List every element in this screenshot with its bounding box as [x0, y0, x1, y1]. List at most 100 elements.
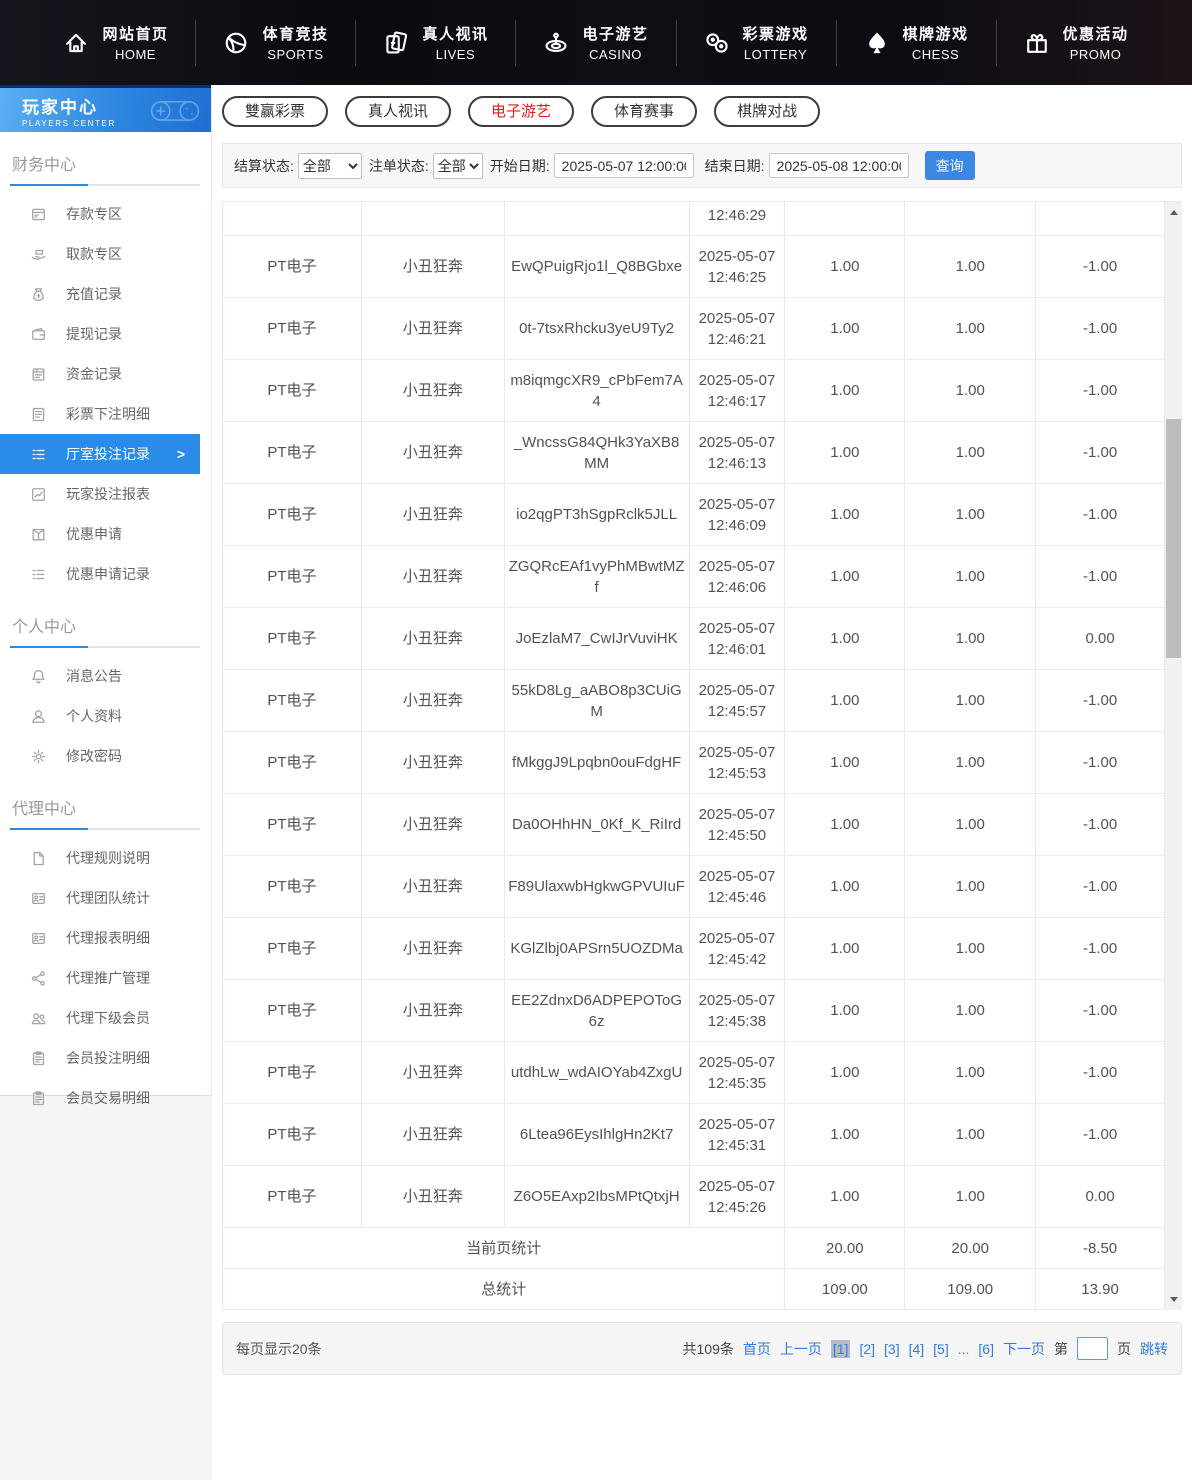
nav-item-lives[interactable]: 真人视讯 LIVES [355, 19, 515, 66]
cell-game: 小丑狂奔 [362, 1104, 505, 1165]
per-page-label: 每页显示20条 [236, 1340, 322, 1357]
cell-game: 小丑狂奔 [362, 484, 505, 545]
nav-label-en: PROMO [1069, 47, 1122, 62]
next-page-link[interactable]: 下一页 [1003, 1339, 1045, 1359]
sidebar-item-s1-2[interactable]: 修改密码 [0, 736, 200, 776]
table-scrollbar[interactable] [1165, 202, 1182, 1310]
search-button[interactable]: 查询 [924, 151, 975, 180]
nav-label-zh: 彩票游戏 [742, 26, 809, 43]
cell-platform: PT电子 [223, 1166, 362, 1227]
top-nav: 网站首页 HOME 体育竞技 SPORTS 真人视讯 LIVES 电子游艺 CASINO 彩票游… [0, 0, 1192, 85]
nav-item-home[interactable]: 网站首页 HOME [36, 20, 195, 66]
total-stats-row: 总统计 109.00 109.00 13.90 [222, 1269, 1165, 1310]
cell-game: 小丑狂奔 [362, 236, 505, 297]
nav-label-zh: 网站首页 [102, 26, 169, 43]
sidebar-item-s2-0[interactable]: 代理规则说明 [0, 838, 200, 878]
sidebar-item-s0-8[interactable]: 优惠申请 [0, 514, 200, 554]
page-link-2[interactable]: [2] [859, 1341, 875, 1357]
nav-item-sports[interactable]: 体育竞技 SPORTS [195, 19, 355, 66]
roulette-icon [543, 30, 569, 56]
bell-icon [30, 668, 47, 685]
settle-status-select[interactable]: 全部 [297, 152, 362, 179]
tab-2[interactable]: 电子游艺 [468, 96, 575, 127]
start-date-input[interactable] [553, 153, 694, 178]
table-row: PT电子 小丑狂奔 _WncssG84QHk3YaXB8MM 2025-05-07 12… [222, 422, 1165, 484]
playing-cards-icon [383, 30, 409, 56]
table-row: PT电子 小丑狂奔 55kD8Lg_aABO8p3CUiGM 2025-05-07 12… [222, 670, 1165, 732]
sidebar-item-s2-4[interactable]: 代理下级会员 [0, 998, 200, 1038]
last-page-link[interactable]: [6] [978, 1341, 994, 1357]
cell-valid-bet: 1.00 [905, 298, 1037, 359]
sidebar-item-s0-1[interactable]: 取款专区 [0, 234, 200, 274]
sidebar-item-s1-1[interactable]: 个人资料 [0, 696, 200, 736]
cell-order-id: 0t-7tsxRhcku3yeU9Ty2 [505, 298, 690, 359]
cell-bet-amount: 1.00 [785, 1166, 906, 1227]
cell-valid-bet: 1.00 [905, 918, 1037, 979]
end-date-input[interactable] [768, 153, 909, 178]
partial-row-time: 12:46:29 [707, 207, 767, 224]
cell-platform: PT电子 [223, 918, 362, 979]
sidebar-item-s2-2[interactable]: 代理报表明细 [0, 918, 200, 958]
page-link-5[interactable]: [5] [933, 1341, 949, 1357]
order-status-select[interactable]: 全部 [432, 152, 483, 179]
nav-label-zh: 棋牌游戏 [902, 26, 969, 43]
page-link-3[interactable]: [3] [884, 1341, 900, 1357]
sidebar-item-s2-6[interactable]: 会员交易明细 [0, 1078, 200, 1118]
cell-game: 小丑狂奔 [362, 1166, 505, 1227]
cell-valid-bet: 1.00 [905, 980, 1037, 1041]
cell-platform: PT电子 [223, 608, 362, 669]
triangle-down-icon [1169, 1297, 1178, 1302]
page-link-1[interactable]: [1] [830, 1339, 851, 1358]
page-link-4[interactable]: [4] [909, 1341, 925, 1357]
scroll-up-button[interactable] [1165, 204, 1182, 221]
start-date-label: 开始日期: [489, 157, 550, 174]
jump-suffix-label: 页 [1117, 1340, 1131, 1357]
tab-3[interactable]: 体育赛事 [591, 96, 698, 127]
nav-item-lottery[interactable]: 彩票游戏 LOTTERY [675, 19, 836, 66]
cell-win-loss: -1.00 [1036, 1104, 1165, 1165]
sidebar-item-s1-0[interactable]: 消息公告 [0, 656, 200, 696]
cell-win-loss: -1.00 [1036, 422, 1165, 483]
tab-4[interactable]: 棋牌对战 [714, 96, 821, 127]
sidebar-item-s2-3[interactable]: 代理推广管理 [0, 958, 200, 998]
sidebar-item-s0-3[interactable]: 提现记录 [0, 314, 200, 354]
section-underline [10, 646, 200, 648]
scroll-down-button[interactable] [1165, 1291, 1182, 1308]
jump-button[interactable]: 跳转 [1140, 1339, 1168, 1359]
nav-label-en: LIVES [435, 47, 476, 62]
cell-game: 小丑狂奔 [362, 1042, 505, 1103]
page-jump-input[interactable] [1077, 1337, 1108, 1360]
sidebar-item-s2-5[interactable]: 会员投注明细 [0, 1038, 200, 1078]
nav-item-chess[interactable]: 棋牌游戏 CHESS [835, 19, 996, 66]
nav-item-casino[interactable]: 电子游艺 CASINO [515, 19, 675, 66]
table-row: PT电子 小丑狂奔 utdhLw_wdAIOYab4ZxgU 2025-05-07 12… [222, 1042, 1165, 1104]
cell-bet-amount: 1.00 [785, 484, 906, 545]
cell-win-loss: -1.00 [1036, 732, 1165, 793]
first-page-link[interactable]: 首页 [743, 1339, 771, 1359]
sidebar-item-s0-2[interactable]: 充值记录 [0, 274, 200, 314]
sidebar-section-1: 个人中心 消息公告 个人资料 修改密码 [0, 613, 211, 776]
sidebar-item-s0-0[interactable]: 存款专区 [0, 194, 200, 234]
prev-page-link[interactable]: 上一页 [780, 1339, 822, 1359]
cell-order-id: fMkggJ9Lpqbn0ouFdgHF [505, 732, 690, 793]
tab-1[interactable]: 真人视讯 [345, 96, 452, 127]
sidebar-item-s0-9[interactable]: 优惠申请记录 [0, 554, 200, 594]
tab-0[interactable]: 雙赢彩票 [222, 96, 329, 127]
cell-time: 2025-05-07 12:45:26 [690, 1166, 786, 1227]
cell-bet-amount: 1.00 [785, 918, 906, 979]
cell-valid-bet: 1.00 [905, 1104, 1037, 1165]
sidebar-item-s2-1[interactable]: 代理团队统计 [0, 878, 200, 918]
main-content: 雙赢彩票 真人视讯 电子游艺 体育赛事 棋牌对战 结算状态: 全部 注单状态: 全部 开… [212, 85, 1192, 1480]
sidebar-item-s0-7[interactable]: 玩家投注报表 [0, 474, 200, 514]
cell-game: 小丑狂奔 [362, 422, 505, 483]
sidebar-item-s0-6[interactable]: 厅室投注记录 > [0, 434, 200, 474]
sidebar-section-0: 财务中心 存款专区 取款专区 充值记录 提现记录 资金记录 彩票下注明细 厅室投注记录 > 玩家投… [0, 151, 211, 594]
sidebar-item-s0-4[interactable]: 资金记录 [0, 354, 200, 394]
nav-item-promo[interactable]: 优惠活动 PROMO [995, 19, 1156, 66]
sidebar-item-s0-5[interactable]: 彩票下注明细 [0, 394, 200, 434]
sidebar-sections: 财务中心 存款专区 取款专区 充值记录 提现记录 资金记录 彩票下注明细 厅室投注记录 > 玩家投… [0, 151, 211, 1118]
wallet-icon [30, 326, 47, 343]
scrollbar-thumb[interactable] [1166, 419, 1181, 658]
cell-platform: PT电子 [223, 484, 362, 545]
list-icon [30, 446, 47, 463]
